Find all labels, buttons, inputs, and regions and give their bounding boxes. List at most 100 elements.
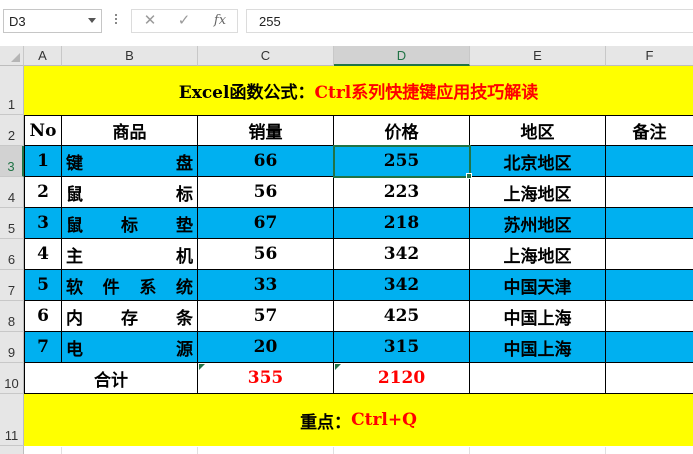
insert-function-icon[interactable]: fx <box>210 12 230 30</box>
row-header-10[interactable]: 10 <box>0 363 24 394</box>
total-region-cell[interactable] <box>470 363 606 394</box>
product-char: 存 <box>121 308 138 329</box>
cell-product[interactable]: 主机 <box>62 239 198 270</box>
cell-no[interactable]: 5 <box>24 270 62 301</box>
footer-banner[interactable]: 重点： Ctrl+Q <box>24 394 693 446</box>
row-header-3[interactable]: 3 <box>0 146 24 177</box>
gridline <box>333 447 334 454</box>
name-box[interactable]: D3 <box>3 9 102 33</box>
cell-note[interactable] <box>606 301 693 332</box>
column-header-f[interactable]: F <box>606 46 693 66</box>
row-header-12[interactable] <box>0 446 24 454</box>
error-indicator-icon <box>199 364 205 370</box>
header-cell-note[interactable]: 备注 <box>606 115 693 146</box>
title-banner[interactable]: Excel函数公式： Ctrl系列快捷键应用技巧解读 <box>24 66 693 115</box>
cell-no[interactable]: 6 <box>24 301 62 332</box>
product-char: 件 <box>102 277 120 298</box>
enter-icon[interactable]: ✓ <box>174 12 194 30</box>
total-price-cell[interactable]: 2120 <box>334 363 470 394</box>
formula-input[interactable]: 255 <box>246 9 693 33</box>
cell-price[interactable]: 315 <box>334 332 470 363</box>
header-cell-no[interactable]: No <box>24 115 62 146</box>
cell-note[interactable] <box>606 270 693 301</box>
gridline <box>469 447 470 454</box>
row-header-7[interactable]: 7 <box>0 270 24 301</box>
cell-no[interactable]: 4 <box>24 239 62 270</box>
error-indicator-icon <box>335 364 341 370</box>
fill-handle[interactable] <box>466 173 472 179</box>
total-sales-cell[interactable]: 355 <box>198 363 334 394</box>
product-char: 鼠 <box>66 215 83 236</box>
header-cell-region[interactable]: 地区 <box>470 115 606 146</box>
cell-price[interactable]: 223 <box>334 177 470 208</box>
active-cell-selection <box>333 145 471 178</box>
cell-region[interactable]: 中国上海 <box>470 301 606 332</box>
cell-product[interactable]: 键盘 <box>62 146 198 177</box>
cell-product[interactable]: 电源 <box>62 332 198 363</box>
cell-product[interactable]: 软件系统 <box>62 270 198 301</box>
total-note-cell[interactable] <box>606 363 693 394</box>
column-header-c[interactable]: C <box>198 46 334 66</box>
cell-region[interactable]: 中国天津 <box>470 270 606 301</box>
cell-note[interactable] <box>606 177 693 208</box>
select-all-button[interactable] <box>0 46 24 66</box>
cell-sales[interactable]: 66 <box>198 146 334 177</box>
cell-product[interactable]: 鼠标 <box>62 177 198 208</box>
cancel-icon[interactable]: ✕ <box>140 12 160 30</box>
formula-bar: D3 ✕ ✓ fx 255 <box>0 0 693 46</box>
cell-region[interactable]: 中国上海 <box>470 332 606 363</box>
product-char: 标 <box>176 184 193 205</box>
chevron-down-icon[interactable] <box>88 18 96 23</box>
cell-no[interactable]: 7 <box>24 332 62 363</box>
title-highlight: Ctrl系列快捷键应用技巧解读 <box>314 83 539 103</box>
total-label-cell[interactable]: 合计 <box>24 363 198 394</box>
column-header-e[interactable]: E <box>470 46 606 66</box>
cell-note[interactable] <box>606 239 693 270</box>
column-header-b[interactable]: B <box>62 46 198 66</box>
header-cell-product[interactable]: 商品 <box>62 115 198 146</box>
cell-price[interactable]: 342 <box>334 270 470 301</box>
title-prefix: Excel函数公式： <box>178 83 315 103</box>
row-header-8[interactable]: 8 <box>0 301 24 332</box>
cell-sales[interactable]: 20 <box>198 332 334 363</box>
cell-sales[interactable]: 67 <box>198 208 334 239</box>
cell-sales[interactable]: 33 <box>198 270 334 301</box>
cell-note[interactable] <box>606 208 693 239</box>
product-char: 机 <box>176 246 193 267</box>
product-char: 统 <box>175 277 193 298</box>
column-header-a[interactable]: A <box>24 46 62 66</box>
row-header-5[interactable]: 5 <box>0 208 24 239</box>
header-cell-price[interactable]: 价格 <box>334 115 470 146</box>
cell-no[interactable]: 1 <box>24 146 62 177</box>
drag-handle-icon[interactable] <box>114 13 118 27</box>
header-cell-sales[interactable]: 销量 <box>198 115 334 146</box>
cell-price[interactable]: 342 <box>334 239 470 270</box>
cell-region[interactable]: 上海地区 <box>470 177 606 208</box>
cell-sales[interactable]: 57 <box>198 301 334 332</box>
cell-note[interactable] <box>606 146 693 177</box>
cell-no[interactable]: 3 <box>24 208 62 239</box>
cell-price[interactable]: 425 <box>334 301 470 332</box>
cell-sales[interactable]: 56 <box>198 239 334 270</box>
row-header-11[interactable]: 11 <box>0 394 24 446</box>
product-char: 主 <box>66 246 83 267</box>
product-char: 电 <box>66 339 83 360</box>
row-header-4[interactable]: 4 <box>0 177 24 208</box>
name-box-value: D3 <box>9 14 26 29</box>
row-header-1[interactable]: 1 <box>0 66 24 115</box>
cell-note[interactable] <box>606 332 693 363</box>
cell-sales[interactable]: 56 <box>198 177 334 208</box>
cell-no[interactable]: 2 <box>24 177 62 208</box>
product-char: 软 <box>66 277 83 298</box>
cell-region[interactable]: 上海地区 <box>470 239 606 270</box>
cell-region[interactable]: 苏州地区 <box>470 208 606 239</box>
row-header-9[interactable]: 9 <box>0 332 24 363</box>
cell-product[interactable]: 内存条 <box>62 301 198 332</box>
cell-product[interactable]: 鼠标垫 <box>62 208 198 239</box>
row-header-2[interactable]: 2 <box>0 115 24 146</box>
cell-region[interactable]: 北京地区 <box>470 146 606 177</box>
row-header-6[interactable]: 6 <box>0 239 24 270</box>
cell-price[interactable]: 218 <box>334 208 470 239</box>
column-header-d[interactable]: D <box>334 46 470 66</box>
product-char: 鼠 <box>66 184 83 205</box>
